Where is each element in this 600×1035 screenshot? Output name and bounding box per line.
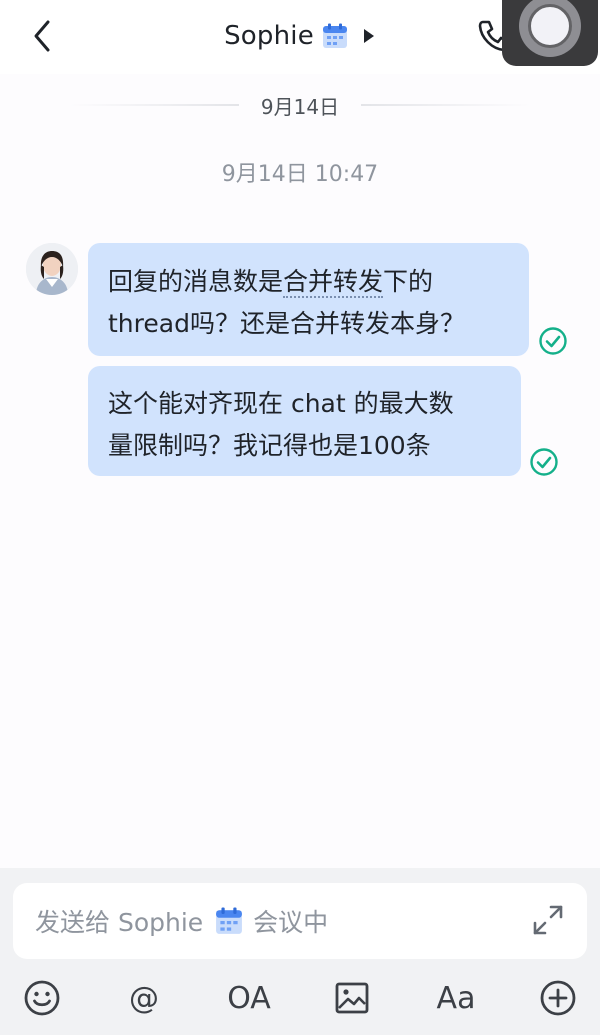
mention-label: @: [129, 980, 159, 1016]
composer-toolbar: @ OA Aa: [0, 974, 600, 1030]
contact-name: Sophie: [224, 21, 314, 51]
assistive-touch-icon[interactable]: [502, 0, 598, 66]
expand-icon[interactable]: [531, 903, 565, 937]
oa-label: OA: [227, 980, 271, 1016]
image-icon[interactable]: [328, 974, 376, 1022]
read-check-icon: [529, 447, 559, 477]
calendar-icon: [215, 907, 243, 935]
avatar[interactable]: [26, 243, 78, 295]
message-line: 回复的消息数是合并转发下的: [108, 267, 434, 298]
message-line: 这个能对齐现在 chat 的最大数: [108, 389, 454, 418]
date-separator: 9月14日: [0, 88, 600, 122]
read-check-icon: [538, 326, 568, 356]
emoji-icon[interactable]: [18, 974, 66, 1022]
format-label: Aa: [436, 980, 476, 1016]
format-button[interactable]: Aa: [432, 974, 480, 1022]
message-line: thread吗？还是合并转发本身？: [108, 309, 465, 338]
message-input[interactable]: 发送给 Sophie 会议中: [13, 883, 587, 959]
placeholder-suffix: 会议中: [253, 908, 329, 937]
placeholder-prefix: 发送给 Sophie: [35, 908, 204, 937]
message-timestamp: 9月14日 10:47: [221, 162, 379, 187]
separator-line-left: [68, 104, 239, 106]
mention-button[interactable]: @: [120, 974, 168, 1022]
plus-icon[interactable]: [534, 974, 582, 1022]
caret-right-icon: [362, 28, 376, 44]
composer: 发送给 Sophie 会议中 @ OA Aa: [0, 868, 600, 1035]
oa-button[interactable]: OA: [225, 974, 273, 1022]
date-separator-label: 9月14日: [260, 94, 340, 119]
message-line: 量限制吗？我记得也是100条: [108, 431, 431, 460]
chat-header: Sophie: [0, 0, 600, 74]
message-bubble[interactable]: 回复的消息数是合并转发下的 thread吗？还是合并转发本身？: [88, 243, 529, 356]
calendar-icon: [322, 23, 348, 49]
message-bubble[interactable]: 这个能对齐现在 chat 的最大数 量限制吗？我记得也是100条: [88, 366, 521, 476]
linked-text[interactable]: 合并转发: [283, 267, 384, 298]
assistive-touch-ring: [519, 0, 581, 57]
separator-line-right: [361, 104, 532, 106]
assistive-touch-center: [528, 4, 572, 48]
